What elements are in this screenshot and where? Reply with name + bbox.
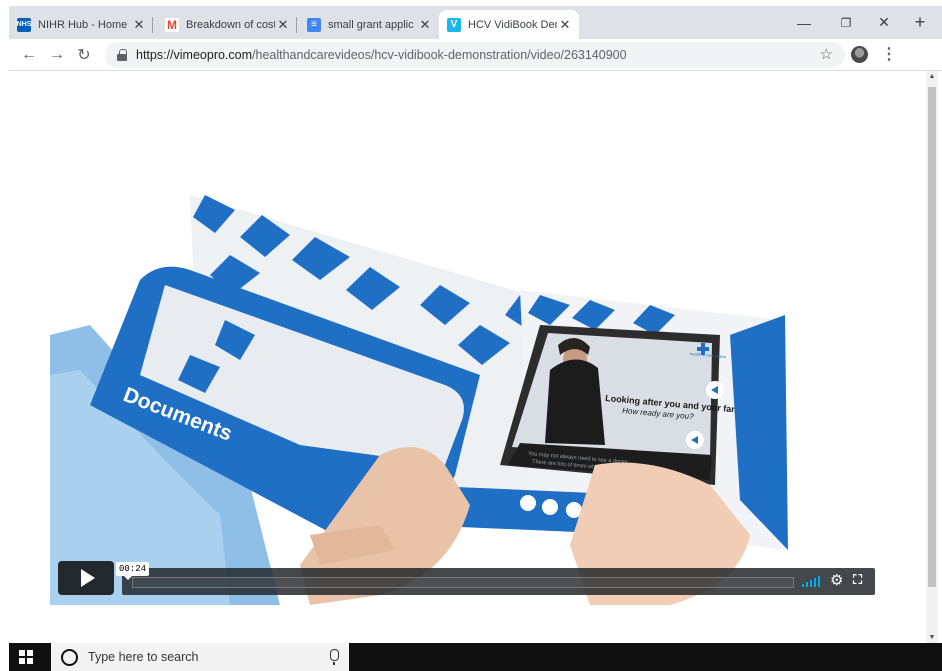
microphone-icon[interactable] [330, 649, 339, 665]
tab-title: Breakdown of cost [186, 18, 275, 31]
bookmark-star-icon[interactable]: ☆ [820, 45, 833, 63]
fullscreen-icon[interactable]: ⛶ [853, 572, 862, 588]
taskbar-search-box[interactable]: Type here to search [51, 643, 349, 671]
video-player[interactable]: Looking after you and your family How re… [50, 155, 875, 605]
back-icon[interactable]: ← [17, 43, 41, 67]
browser-window: NHS NIHR Hub - Home ✕ M Breakdown of cos… [0, 0, 942, 671]
forward-icon[interactable]: → [45, 43, 69, 67]
close-tab-icon[interactable]: ✕ [417, 17, 433, 33]
cortana-icon [61, 648, 78, 666]
scroll-down-arrow-icon[interactable]: ▼ [926, 634, 938, 641]
url-text[interactable]: https://vimeopro.com/healthandcarevideos… [136, 48, 627, 62]
tab-separator [296, 17, 297, 33]
tab-strip: NHS NIHR Hub - Home ✕ M Breakdown of cos… [9, 6, 942, 39]
tab-title: small grant applic [328, 18, 414, 31]
progress-bar[interactable] [132, 577, 794, 588]
tab-separator [152, 17, 153, 33]
tab-small-grant-application[interactable]: ≡ small grant applic ✕ [299, 10, 439, 39]
settings-gear-icon[interactable]: ⚙ [830, 571, 843, 589]
windows-taskbar: Type here to search [9, 643, 942, 671]
vimeo-icon: V [447, 17, 461, 32]
windows-start-icon[interactable] [19, 650, 33, 664]
gmail-icon: M [165, 17, 179, 32]
player-control-bar: ⚙ ⛶ [122, 568, 875, 595]
timecode-tooltip: 00:24 [116, 562, 150, 580]
tab-breakdown-of-cost[interactable]: M Breakdown of cost ✕ [157, 10, 297, 39]
taskbar-search-placeholder: Type here to search [88, 650, 199, 664]
close-tab-icon[interactable]: ✕ [131, 17, 147, 33]
address-bar[interactable]: https://vimeopro.com/healthandcarevideos… [105, 42, 845, 68]
nhs-icon: NHS [17, 17, 31, 32]
url-path: /healthandcarevideos/hcv-vidibook-demons… [252, 48, 627, 62]
minimize-button[interactable]: — [782, 6, 826, 39]
url-host: https://vimeopro.com [136, 48, 253, 62]
scroll-up-arrow-icon[interactable]: ▲ [926, 73, 938, 80]
browser-toolbar: ← → ↻ https://vimeopro.com/healthandcare… [9, 39, 942, 71]
tab-nihr-hub[interactable]: NHS NIHR Hub - Home ✕ [9, 10, 153, 39]
play-button[interactable] [58, 561, 114, 595]
profile-avatar[interactable] [851, 46, 868, 63]
volume-icon[interactable] [802, 575, 822, 587]
video-frame-image: Looking after you and your family How re… [50, 195, 788, 605]
reload-icon[interactable]: ↻ [72, 43, 96, 67]
play-icon [81, 569, 95, 587]
scroll-thumb[interactable] [928, 87, 936, 587]
new-tab-button[interactable]: + [898, 6, 942, 39]
tab-title: HCV VidiBook Dem [468, 18, 557, 31]
docs-icon: ≡ [307, 17, 321, 32]
lock-icon [117, 49, 127, 61]
close-tab-icon[interactable]: ✕ [275, 17, 291, 33]
browser-menu-icon[interactable]: ⋮ [881, 44, 897, 64]
scrollbar[interactable]: ▲ ▼ [926, 71, 938, 643]
tab-hcv-vidibook[interactable]: V HCV VidiBook Dem ✕ [439, 10, 579, 39]
tab-title: NIHR Hub - Home [38, 18, 128, 31]
close-tab-icon[interactable]: ✕ [557, 17, 573, 33]
